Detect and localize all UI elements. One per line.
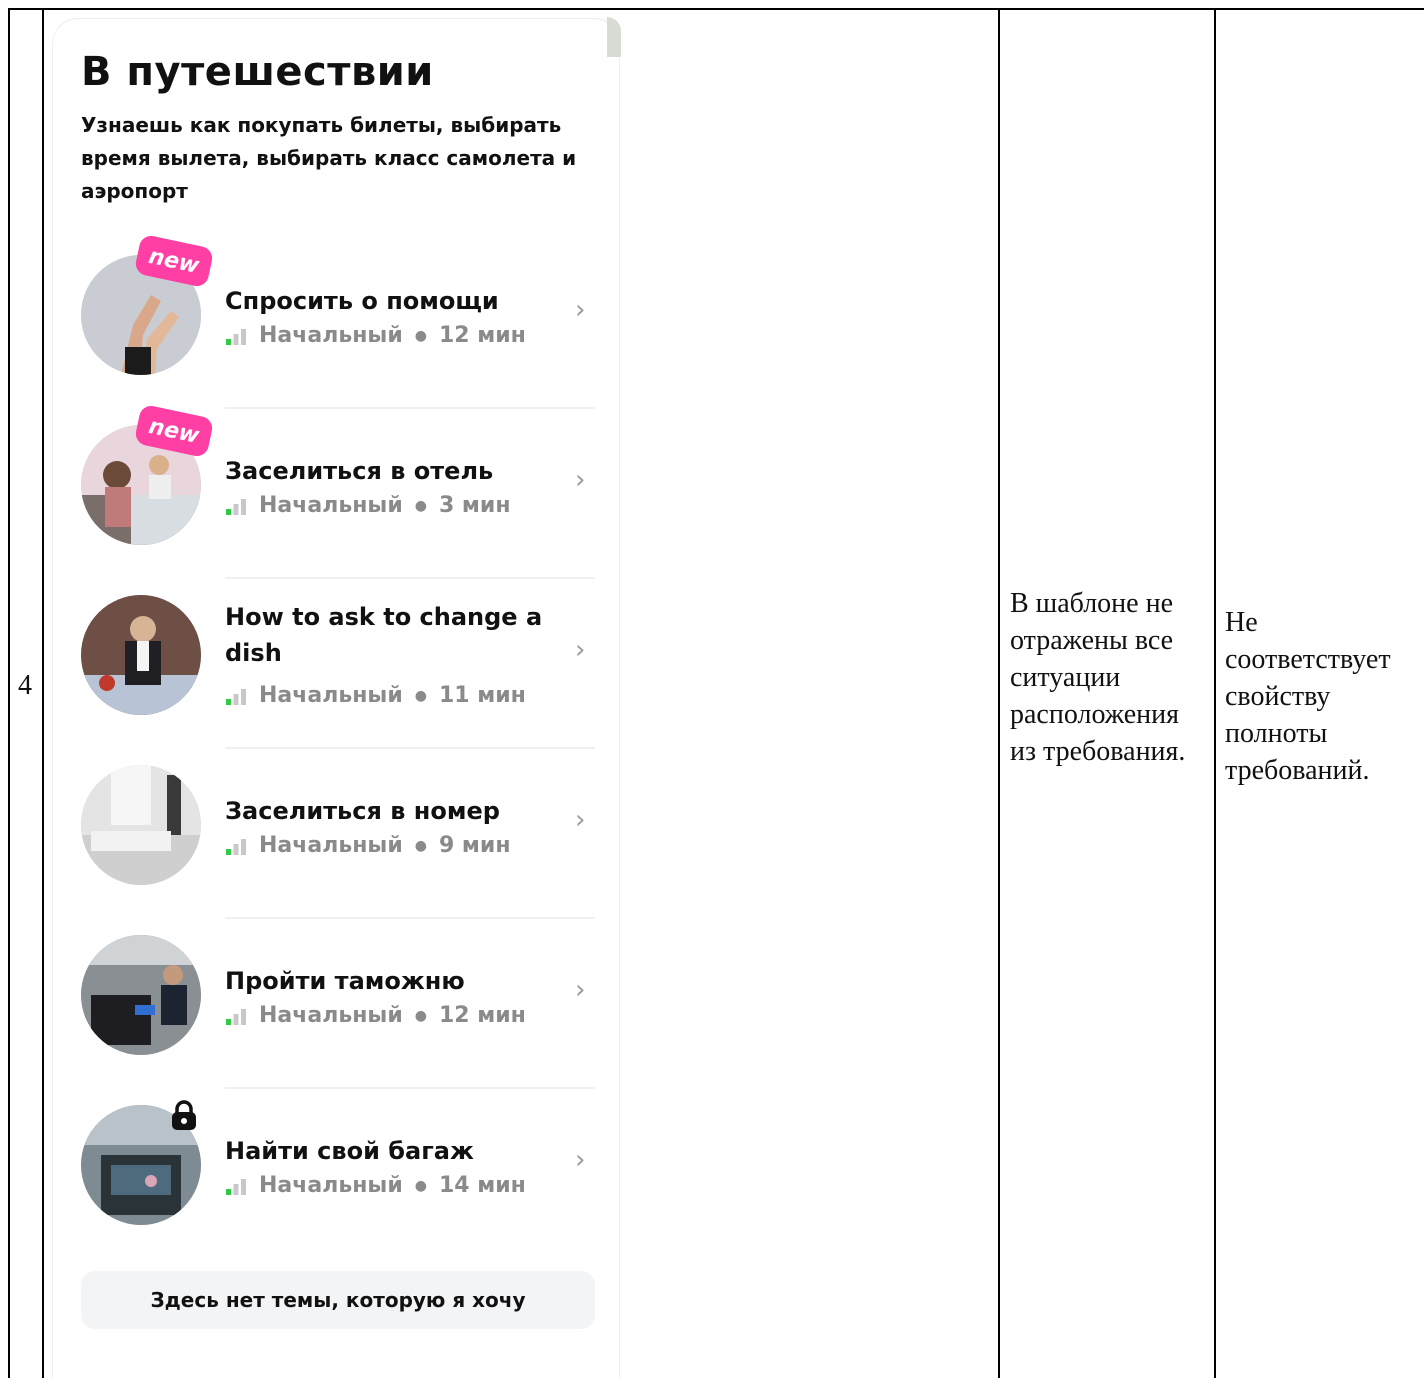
app-screenshot: В путешествии Узнаешь как покупать билет… [52,17,621,1378]
lesson-meta: Начальный ● 12 мин [225,1003,526,1028]
lesson-level: Начальный [259,683,403,708]
lesson-title: How to ask to change a dish [225,603,543,667]
level-signal-icon [226,838,246,855]
lesson-meta: Начальный ● 9 мин [225,833,511,858]
separator-dot: ● [414,1177,427,1194]
level-signal-icon [226,688,246,705]
chevron-right-icon: › [575,295,586,325]
separator-dot: ● [414,837,427,854]
page-title: В путешествии [81,49,434,95]
verdict-cell: Не соответствует свойству полноты требов… [1225,607,1391,786]
chevron-right-icon: › [575,1145,586,1175]
divider [225,1087,595,1089]
lock-icon [172,1100,196,1130]
lesson-meta: Начальный ● 11 мин [225,683,526,708]
lesson-title: Спросить о помощи [225,287,499,315]
level-signal-icon [226,498,246,515]
lesson-title: Пройти таможню [225,967,465,995]
waiter-photo [81,595,201,715]
lesson-title: Найти свой багаж [225,1137,474,1165]
lesson-meta: Начальный ● 12 мин [225,323,526,348]
divider [225,747,595,749]
hotel-room-photo [81,765,201,885]
lesson-title: Заселиться в отель [225,457,494,485]
lesson-item[interactable]: How to ask to change a dish Начальный ● … [53,595,621,765]
separator-dot: ● [414,497,427,514]
level-signal-icon [226,1008,246,1025]
divider [225,407,595,409]
comment-cell: В шаблоне не отражены все ситуации распо… [1010,588,1186,767]
lesson-duration: 12 мин [438,1003,526,1028]
lesson-title: Заселиться в номер [225,797,500,825]
divider [225,917,595,919]
lesson-level: Начальный [259,323,403,348]
table-top-border [8,8,1424,10]
chevron-right-icon: › [575,465,586,495]
row-number: 4 [18,670,32,701]
lesson-duration: 9 мин [438,833,511,858]
lesson-item[interactable]: new Заселиться в отель Начальный ● 3 мин… [53,403,621,595]
divider [225,577,595,579]
separator-dot: ● [414,687,427,704]
level-signal-icon [226,328,246,345]
lesson-meta: Начальный ● 14 мин [225,1173,526,1198]
column-divider-3 [1214,8,1216,1378]
column-divider-2 [998,8,1000,1378]
customs-photo [81,935,201,1055]
lesson-item[interactable]: Заселиться в номер Начальный ● 9 мин › [53,765,621,935]
chevron-right-icon: › [575,635,586,665]
lesson-duration: 11 мин [438,683,526,708]
separator-dot: ● [414,1007,427,1024]
page-subtitle: Узнаешь как покупать билеты, выбирать вр… [81,113,577,203]
column-divider-1 [42,8,44,1378]
lesson-duration: 12 мин [438,323,526,348]
lesson-level: Начальный [259,493,403,518]
lesson-meta: Начальный ● 3 мин [225,493,511,518]
lesson-level: Начальный [259,833,403,858]
lesson-item[interactable]: Пройти таможню Начальный ● 12 мин › [53,935,621,1105]
lesson-level: Начальный [259,1173,403,1198]
chevron-right-icon: › [575,975,586,1005]
lesson-level: Начальный [259,1003,403,1028]
lesson-duration: 3 мин [438,493,511,518]
lesson-duration: 14 мин [438,1173,526,1198]
lesson-item[interactable]: Найти свой багаж Начальный ● 14 мин › [53,1100,621,1275]
lesson-item[interactable]: new Спросить о помощи Начальный ● 12 мин… [53,233,621,425]
chevron-right-icon: › [575,805,586,835]
separator-dot: ● [414,327,427,344]
level-signal-icon [226,1178,246,1195]
missing-topic-button[interactable]: Здесь нет темы, которую я хочу [81,1271,595,1329]
